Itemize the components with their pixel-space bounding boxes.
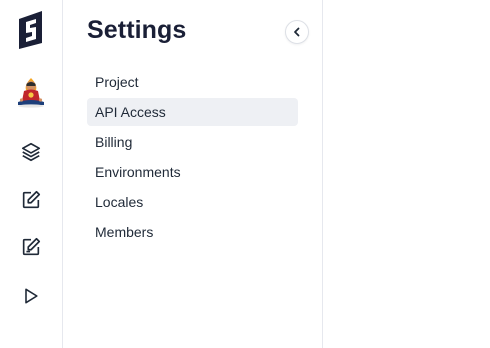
edit-square-icon [22, 190, 41, 209]
collapse-panel-button[interactable] [285, 20, 309, 44]
settings-menu: Project API Access Billing Environments … [87, 68, 298, 248]
menu-item-environments[interactable]: Environments [87, 158, 298, 186]
chevron-left-icon [294, 27, 300, 37]
menu-item-api-access[interactable]: API Access [87, 98, 298, 126]
main-content [324, 0, 490, 348]
layers-icon [21, 142, 41, 162]
menu-item-label: Project [95, 74, 139, 90]
settings-panel: Settings Project API Access Billing Envi… [63, 0, 323, 348]
menu-item-project[interactable]: Project [87, 68, 298, 96]
schema-editor-nav-button[interactable] [10, 229, 52, 265]
logo-icon[interactable] [10, 10, 52, 50]
page-title: Settings [87, 16, 187, 44]
play-icon [25, 288, 38, 304]
menu-item-members[interactable]: Members [87, 218, 298, 246]
menu-item-billing[interactable]: Billing [87, 128, 298, 156]
menu-item-label: Environments [95, 164, 181, 180]
playground-nav-button[interactable] [10, 278, 52, 314]
icon-rail [0, 0, 63, 348]
menu-item-locales[interactable]: Locales [87, 188, 298, 216]
menu-item-label: API Access [95, 104, 166, 120]
avatar [18, 78, 44, 108]
edit-square-icon [22, 237, 41, 256]
content-editor-nav-button[interactable] [10, 182, 52, 218]
menu-item-label: Billing [95, 134, 133, 150]
menu-item-label: Members [95, 224, 154, 240]
project-avatar[interactable] [10, 72, 52, 110]
layers-nav-button[interactable] [10, 134, 52, 170]
menu-item-label: Locales [95, 194, 144, 210]
